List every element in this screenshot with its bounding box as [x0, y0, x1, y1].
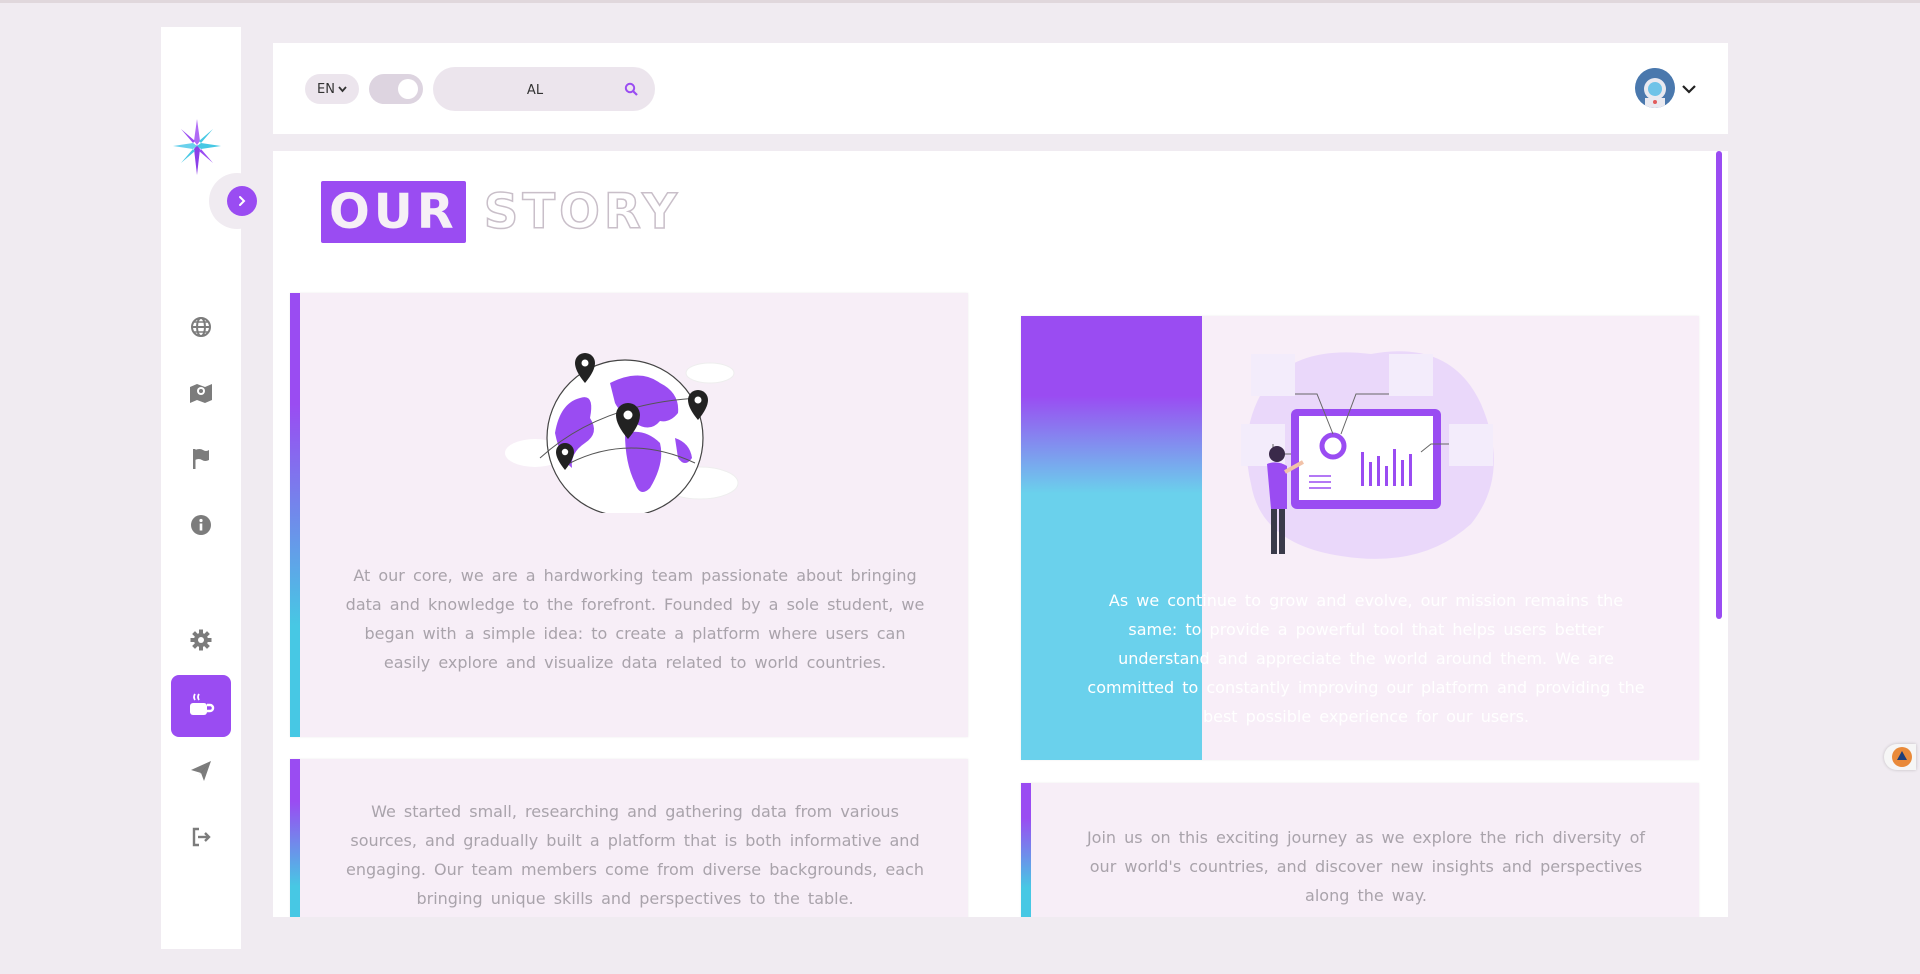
- avatar[interactable]: [1635, 68, 1675, 108]
- story-card: As we continue to grow and evolve, our m…: [1021, 316, 1699, 760]
- data-analytics-illustration: [1241, 351, 1494, 559]
- story-card: At our core, we are a hardworking team p…: [290, 293, 968, 737]
- sidebar-item-settings[interactable]: [181, 620, 221, 660]
- sidebar-toggle-button[interactable]: [209, 173, 265, 229]
- search-icon[interactable]: [621, 79, 641, 99]
- sidebar-item-info[interactable]: [181, 505, 221, 545]
- theme-toggle[interactable]: [369, 74, 423, 104]
- window-top-border: [0, 0, 1920, 3]
- info-icon: [191, 515, 211, 535]
- search-box: [433, 67, 655, 111]
- chevron-right-icon: [227, 186, 257, 216]
- coffee-icon: [190, 693, 215, 715]
- story-card: Join us on this exciting journey as we e…: [1021, 783, 1699, 917]
- theme-toggle-knob: [398, 79, 418, 99]
- globe-icon: [191, 317, 211, 337]
- app-logo[interactable]: [173, 119, 225, 179]
- chevron-down-icon[interactable]: [1681, 81, 1697, 95]
- map-icon: [190, 384, 212, 403]
- sidebar-item-map[interactable]: [181, 373, 221, 413]
- title-rest: STORY: [483, 183, 681, 241]
- card-accent-bar: [290, 759, 300, 917]
- card-text: We started small, researching and gather…: [346, 802, 924, 908]
- logout-icon: [192, 827, 211, 847]
- sidebar-item-coffee[interactable]: [171, 675, 231, 737]
- sidebar-item-logout[interactable]: [181, 817, 221, 857]
- scrollbar-thumb[interactable]: [1716, 151, 1722, 619]
- sidebar: [161, 27, 265, 949]
- main-content: OUR STORY At our core, we are a hardwork…: [273, 151, 1728, 917]
- sidebar-item-globe[interactable]: [181, 307, 221, 347]
- card-accent-bar: [1021, 783, 1031, 917]
- chevron-down-icon: [338, 85, 347, 92]
- paper-plane-icon: [191, 761, 211, 781]
- card-text: Join us on this exciting journey as we e…: [1086, 828, 1646, 905]
- language-select[interactable]: EN: [305, 74, 359, 104]
- top-header: EN: [273, 43, 1728, 134]
- story-card: We started small, researching and gather…: [290, 759, 968, 917]
- globe-illustration: [505, 353, 739, 513]
- gear-icon: [190, 629, 212, 651]
- card-text: At our core, we are a hardworking team p…: [345, 566, 925, 672]
- sidebar-item-flag[interactable]: [181, 439, 221, 479]
- page-title: OUR STORY: [321, 181, 681, 243]
- card-text: As we continue to grow and evolve, our m…: [1087, 591, 1645, 726]
- sidebar-item-send[interactable]: [181, 751, 221, 791]
- extension-icon[interactable]: [1884, 744, 1916, 770]
- language-label: EN: [317, 81, 335, 97]
- title-highlight: OUR: [321, 181, 466, 243]
- flag-icon: [193, 449, 209, 469]
- card-accent-bar: [290, 293, 300, 737]
- search-input[interactable]: [453, 75, 617, 105]
